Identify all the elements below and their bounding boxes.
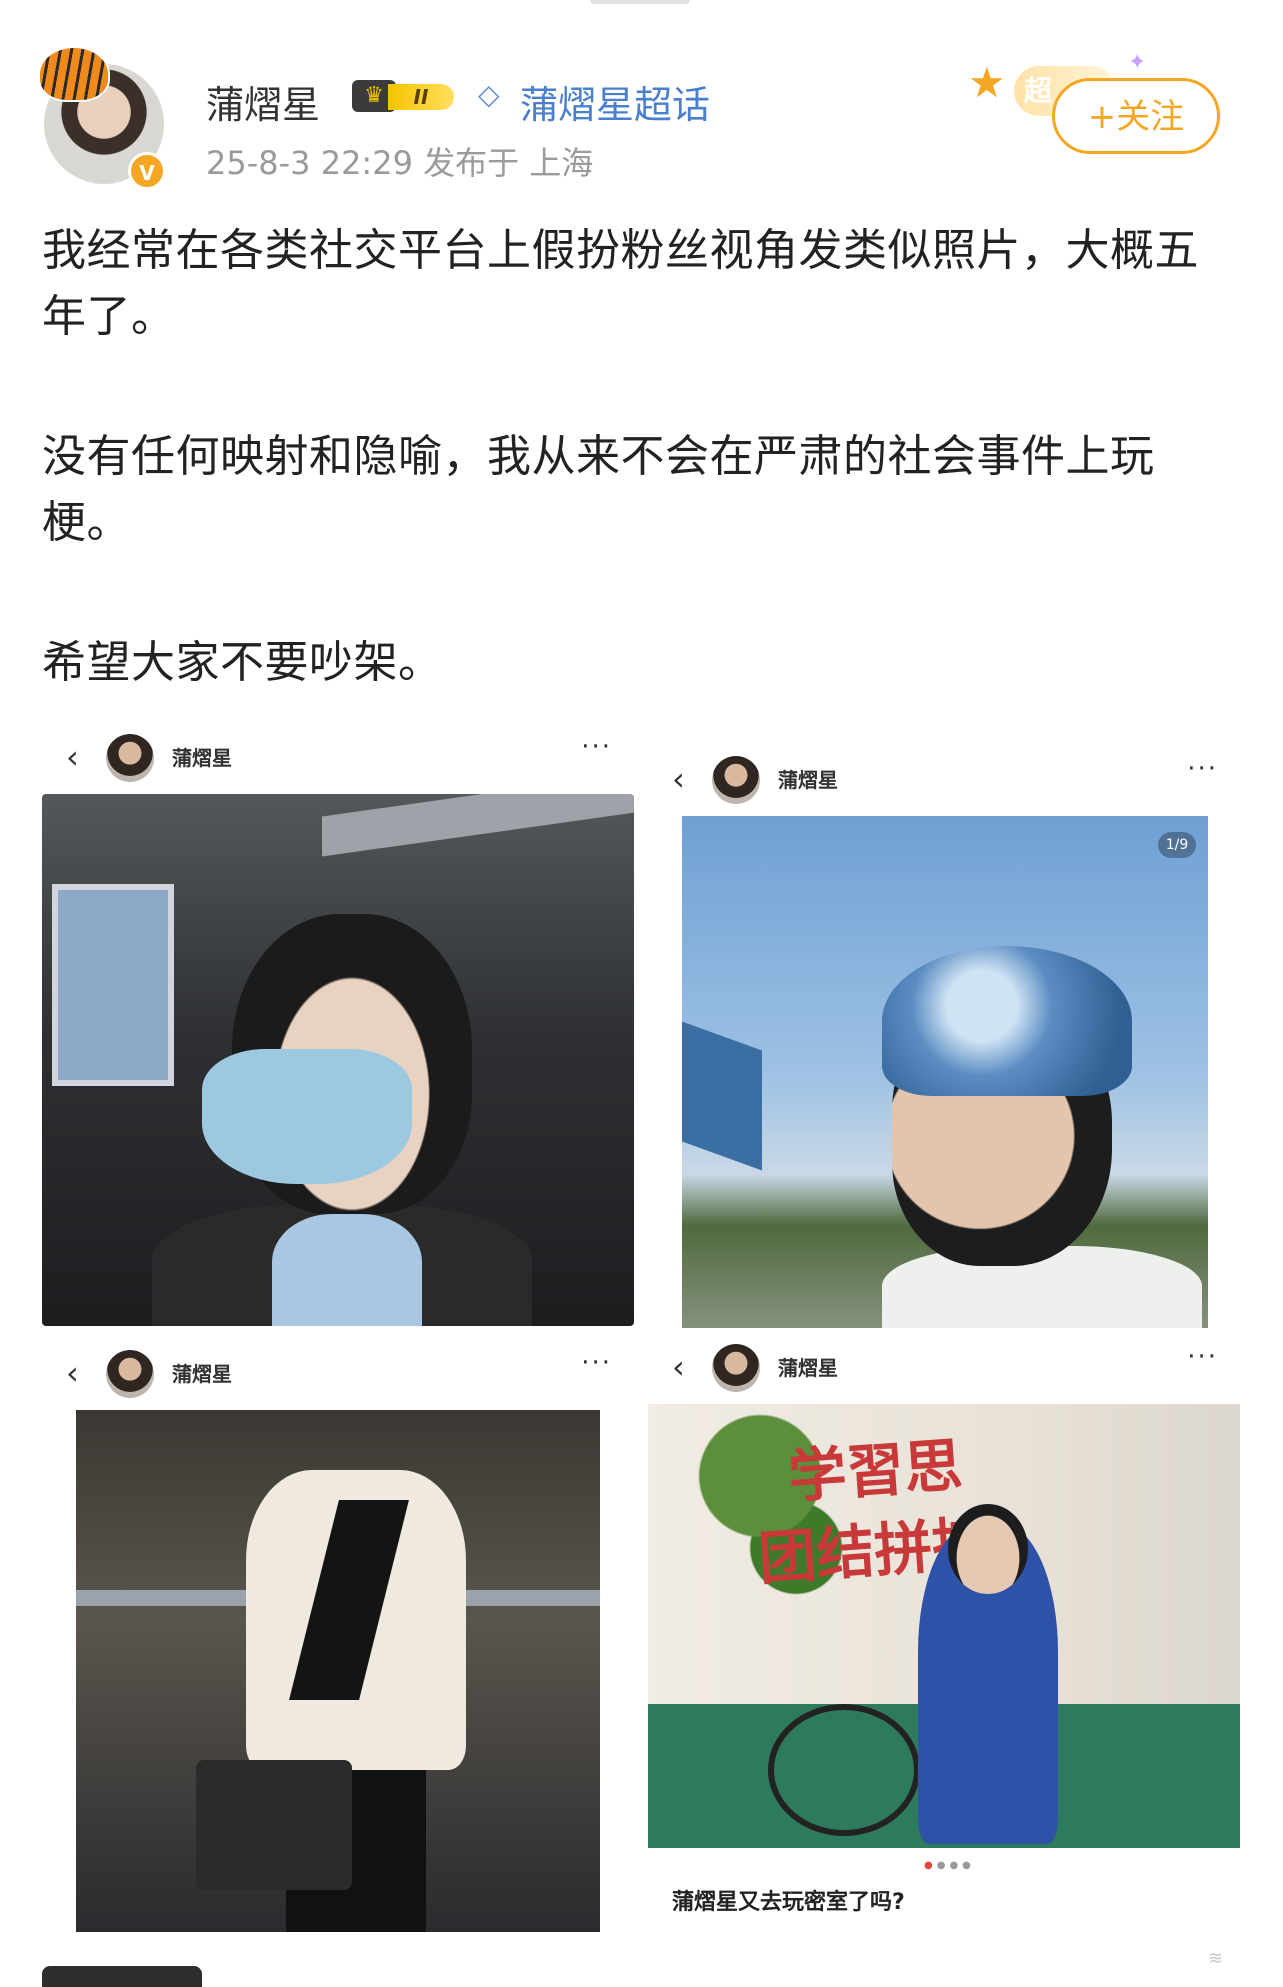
sparkle-icon: ✦	[1128, 50, 1147, 75]
watermark-icon: ≋	[1208, 1948, 1224, 1969]
post-image-bucket-hat[interactable]: 1/9	[682, 816, 1208, 1328]
more-dots-icon: ···	[581, 1348, 612, 1378]
post-image-subway[interactable]	[42, 794, 634, 1326]
post-meta: 25-8-3 22:29 发布于 上海	[206, 144, 594, 182]
post-paragraph: 希望大家不要吵架。	[42, 637, 443, 688]
bicycle	[768, 1704, 920, 1836]
avatar	[712, 1344, 760, 1392]
awning	[682, 1021, 762, 1171]
avatar	[106, 1350, 154, 1398]
star-icon: ★	[968, 58, 1006, 107]
more-dots-icon: ···	[1187, 1342, 1218, 1372]
screenshot-username: 蒲熠星	[778, 1356, 838, 1380]
crown-badge-icon: ♛ II	[352, 76, 460, 116]
next-image-stub	[42, 1966, 202, 1987]
screenshot-caption: 蒲熠星又去玩密室了吗?	[672, 1890, 905, 1915]
back-chevron-icon: ‹	[672, 760, 685, 798]
author-name[interactable]: 蒲熠星	[206, 74, 320, 129]
back-chevron-icon: ‹	[66, 738, 79, 776]
more-dots-icon: ···	[581, 732, 612, 762]
handrail	[322, 794, 634, 857]
tshirt	[272, 1214, 422, 1326]
avatar	[712, 756, 760, 804]
avatar	[106, 734, 154, 782]
screenshot-username: 蒲熠星	[778, 768, 838, 792]
diamond-icon: ◇	[478, 78, 500, 111]
screenshot-username: 蒲熠星	[172, 746, 232, 770]
tiger-avatar-icon	[38, 46, 110, 102]
screenshot-header: ‹ 蒲熠星 ···	[672, 752, 1218, 812]
briefcase	[196, 1760, 352, 1890]
level-badge: II	[388, 84, 454, 110]
post-image-wall[interactable]: 学習思 团结拼搏	[648, 1404, 1240, 1848]
follow-button[interactable]: +关注	[1052, 78, 1220, 154]
person-head	[948, 1504, 1028, 1594]
more-dots-icon: ···	[1187, 754, 1218, 784]
screenshot-header: ‹ 蒲熠星 ···	[672, 1340, 1218, 1400]
verified-badge-icon: V	[128, 152, 166, 190]
top-drag-handle	[590, 0, 690, 4]
post-paragraph: 没有任何映射和隐喻，我从来不会在严肃的社会事件上玩梗。	[42, 431, 1155, 548]
face-mask	[202, 1049, 412, 1184]
carousel-dots: ●●●●	[924, 1860, 975, 1871]
screenshot-header: ‹ 蒲熠星 ···	[66, 1346, 612, 1406]
image-pager: 1/9	[1158, 832, 1196, 858]
post-image-suit[interactable]	[76, 1410, 600, 1932]
screenshot-username: 蒲熠星	[172, 1362, 232, 1386]
back-chevron-icon: ‹	[66, 1354, 79, 1392]
bucket-hat	[882, 946, 1132, 1096]
post-paragraph: 我经常在各类社交平台上假扮粉丝视角发类似照片，大概五年了。	[42, 225, 1199, 342]
screenshot-header: ‹ 蒲熠星 ···	[66, 730, 612, 790]
super-topic-link[interactable]: 蒲熠星超话	[520, 74, 710, 129]
train-window	[52, 884, 174, 1086]
back-chevron-icon: ‹	[672, 1348, 685, 1386]
